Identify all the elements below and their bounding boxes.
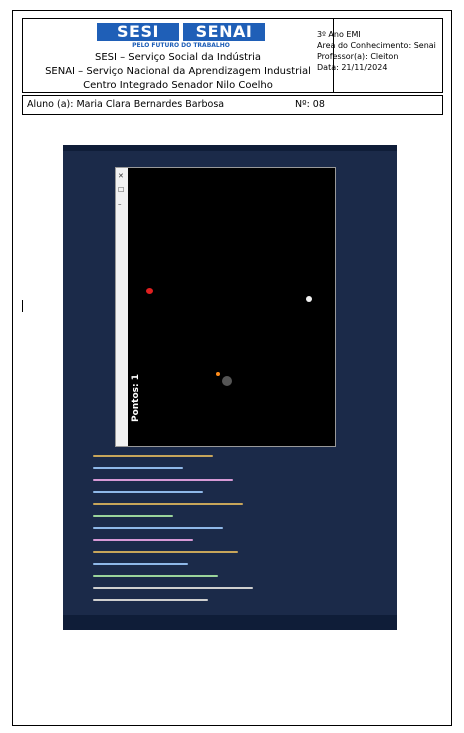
- code-line: [93, 527, 223, 529]
- institution-line-3: Centro Integrado Senador Nilo Coelho: [83, 80, 273, 91]
- student-number: Nº: 08: [295, 99, 325, 110]
- game-window: ✕ ☐ – Pontos: 1: [115, 167, 336, 447]
- logo-tagline: PELO FUTURO DO TRABALHO: [132, 42, 230, 49]
- ide-bottom-bar: [63, 615, 397, 630]
- flame-sprite: [216, 372, 220, 376]
- institution-line-2: SENAI – Serviço Nacional da Aprendizagem…: [45, 66, 311, 77]
- code-line: [93, 503, 243, 505]
- code-line: [93, 455, 213, 457]
- code-line: [93, 491, 203, 493]
- code-line: [93, 551, 238, 553]
- student-row: Aluno (a): Maria Clara Bernardes Barbosa…: [22, 95, 443, 115]
- maximize-icon[interactable]: ☐: [118, 186, 124, 194]
- sesi-senai-logo: SESI SENAI: [97, 23, 265, 41]
- game-titlebar: ✕ ☐ –: [116, 168, 128, 446]
- ide-top-bar: [63, 145, 397, 151]
- header-table: SESI SENAI PELO FUTURO DO TRABALHO SESI …: [22, 18, 443, 93]
- code-line: [93, 479, 233, 481]
- code-line: [93, 587, 253, 589]
- class-info: 3º Ano EMI: [317, 30, 361, 39]
- code-line: [93, 563, 188, 565]
- teacher: Professor(a): Cleiton: [317, 52, 399, 61]
- institution-line-1: SESI – Serviço Social da Indústria: [94, 52, 262, 63]
- code-line: [93, 539, 193, 541]
- close-icon[interactable]: ✕: [118, 172, 124, 180]
- code-line: [93, 599, 208, 601]
- white-object: [306, 296, 312, 302]
- text-cursor: [22, 300, 23, 312]
- score-label: Pontos: 1: [131, 373, 141, 422]
- game-screenshot: ✕ ☐ – Pontos: 1: [63, 145, 397, 630]
- date: Data: 21/11/2024: [317, 63, 388, 72]
- red-obstacle: [146, 288, 153, 294]
- player-sprite: [222, 376, 232, 386]
- logo-left: SESI: [97, 23, 179, 41]
- code-line: [93, 575, 218, 577]
- knowledge-area: Area do Conhecimento: Senai: [317, 41, 436, 50]
- student-name: Aluno (a): Maria Clara Bernardes Barbosa: [27, 99, 225, 110]
- minimize-icon[interactable]: –: [118, 200, 122, 208]
- logo-right: SENAI: [183, 23, 265, 41]
- code-editor: [83, 445, 263, 615]
- code-line: [93, 515, 173, 517]
- code-line: [93, 467, 183, 469]
